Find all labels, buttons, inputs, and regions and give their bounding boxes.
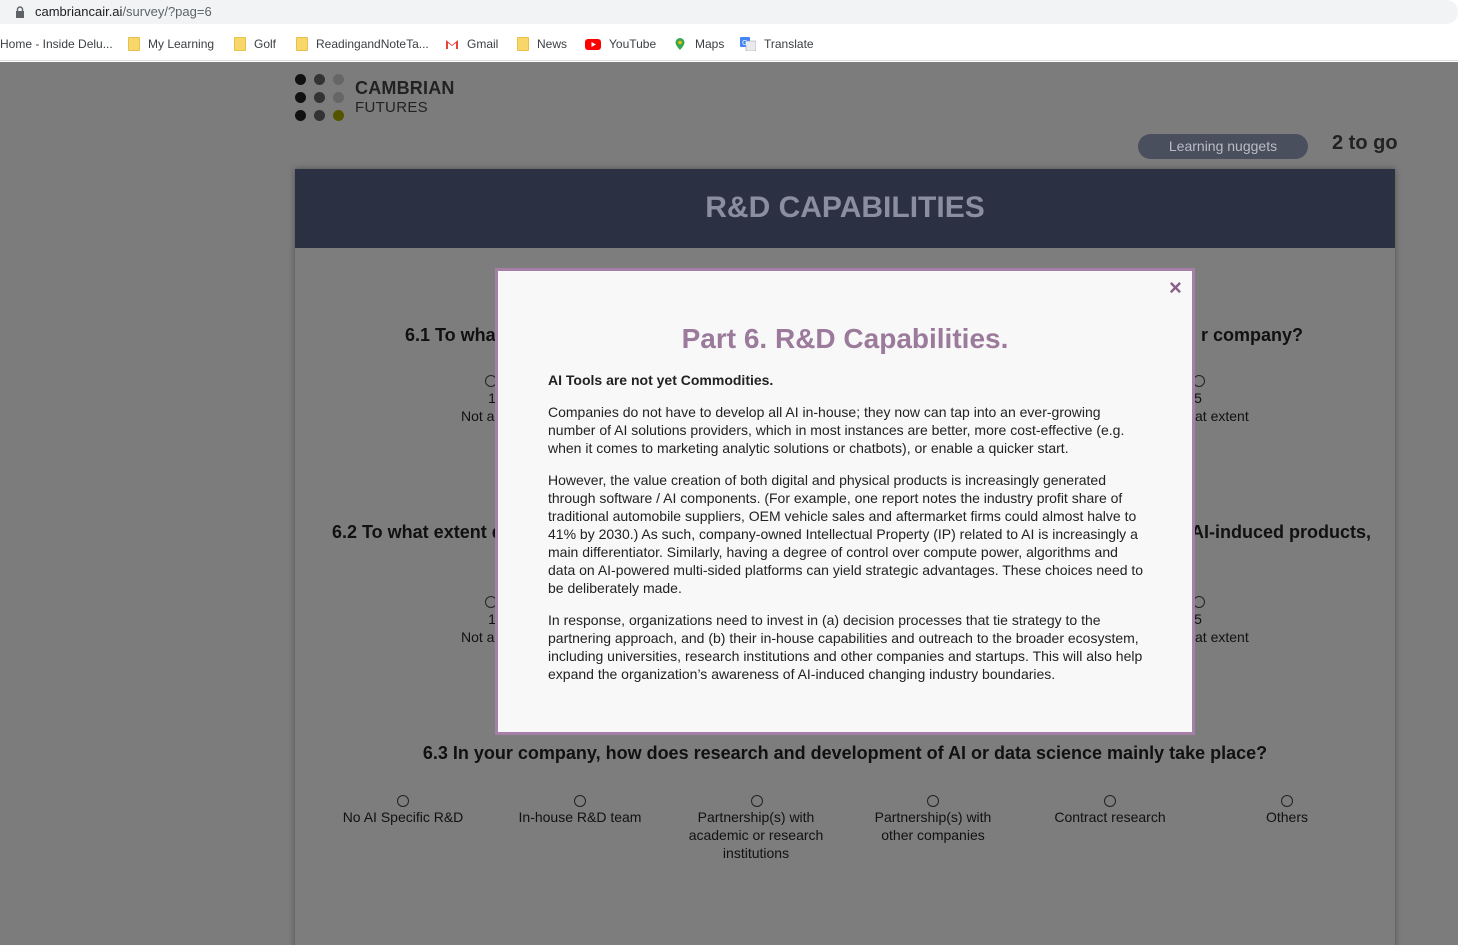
folder-icon <box>128 37 140 51</box>
question-6-1-left: 6.1 To wha <box>405 325 496 345</box>
modal-paragraph: Companies do not have to develop all AI … <box>548 404 1125 456</box>
bookmark-golf[interactable]: Golf <box>234 35 276 53</box>
logo-dot <box>295 92 306 103</box>
bookmark-label: My Learning <box>148 37 215 51</box>
bookmark-label: ReadingandNoteTa... <box>316 37 429 51</box>
section-header: R&D CAPABILITIES <box>295 169 1395 248</box>
q3-option-other-companies[interactable]: Partnership(s) with other companies <box>863 808 1003 844</box>
bookmark-my-learning[interactable]: My Learning <box>128 35 214 53</box>
q3-radio-in-house[interactable] <box>574 795 586 807</box>
bookmark-news[interactable]: News <box>517 35 567 53</box>
logo-line2: FUTURES <box>355 99 428 116</box>
q2-scale-max-label: at extent <box>1195 629 1249 645</box>
section-title: R&D CAPABILITIES <box>705 191 985 224</box>
logo-dot <box>314 74 325 85</box>
bookmark-youtube[interactable]: YouTube <box>585 35 656 53</box>
modal-title: Part 6. R&D Capabilities. <box>681 323 1009 354</box>
url-text[interactable]: cambriancair.ai/survey/?pag=6 <box>35 4 212 19</box>
bookmark-label: Home - Inside Delu... <box>0 37 113 51</box>
q3-radio-academic[interactable] <box>751 795 763 807</box>
close-icon[interactable]: × <box>1169 275 1182 301</box>
translate-icon: G <box>740 37 756 51</box>
bookmark-label: Gmail <box>467 37 499 51</box>
q3-radio-contract[interactable] <box>1104 795 1116 807</box>
q1-scale-max-label: at extent <box>1195 408 1249 424</box>
question-6-1-right: r company? <box>1201 325 1304 345</box>
learning-nuggets-button[interactable]: Learning nuggets <box>1138 134 1308 159</box>
bookmark-gmail[interactable]: Gmail <box>445 35 498 53</box>
svg-text:G: G <box>742 39 747 47</box>
logo-accent-dot <box>333 110 344 121</box>
q3-radio-no-ai-rd[interactable] <box>397 795 409 807</box>
logo-dot <box>333 92 344 103</box>
q3-option-in-house[interactable]: In-house R&D team <box>510 808 650 826</box>
lock-icon <box>16 6 24 18</box>
folder-icon <box>234 37 246 51</box>
bookmarks-bar: Home - Inside Delu... My Learning Golf R… <box>0 26 1458 61</box>
bookmark-translate[interactable]: G Translate <box>740 35 814 53</box>
cambrian-futures-logo[interactable]: CAMBRIAN FUTURES <box>295 72 465 124</box>
logo-dot <box>333 74 344 85</box>
q3-option-contract[interactable]: Contract research <box>1040 808 1180 826</box>
logo-dot <box>295 110 306 121</box>
folder-icon <box>296 37 308 51</box>
address-bar[interactable]: cambriancair.ai/survey/?pag=6 <box>0 0 1458 26</box>
bookmark-maps[interactable]: Maps <box>673 35 724 53</box>
bookmark-home-inside-deloitte[interactable]: Home - Inside Delu... <box>0 35 113 53</box>
q3-option-others[interactable]: Others <box>1217 808 1357 826</box>
logo-dot <box>314 110 325 121</box>
bookmark-label: Translate <box>764 37 814 51</box>
bookmark-label: Maps <box>695 37 725 51</box>
question-6-2-right: AI-induced products, <box>1191 522 1371 542</box>
q3-option-no-ai-rd[interactable]: No AI Specific R&D <box>333 808 473 826</box>
gmail-icon <box>446 40 458 49</box>
progress-remaining: 2 to go <box>1332 132 1398 154</box>
url-path: /survey/?pag=6 <box>122 4 212 19</box>
bookmark-label: YouTube <box>609 37 657 51</box>
logo-line1: CAMBRIAN <box>355 78 455 98</box>
url-pill[interactable] <box>0 0 1458 24</box>
question-6-3: 6.3 In your company, how does research a… <box>422 743 1268 763</box>
q3-radio-other-companies[interactable] <box>927 795 939 807</box>
q3-radio-others[interactable] <box>1281 795 1293 807</box>
modal-paragraph: In response, organizations need to inves… <box>548 612 1143 682</box>
q3-option-academic[interactable]: Partnership(s) with academic or research… <box>681 808 831 862</box>
bookmark-label: News <box>537 37 568 51</box>
modal-lead: AI Tools are not yet Commodities. <box>548 372 774 388</box>
bookmark-label: Golf <box>254 37 277 51</box>
logo-dot <box>314 92 325 103</box>
bookmark-readingandnotetaking[interactable]: ReadingandNoteTa... <box>296 35 429 53</box>
modal-body: AI Tools are not yet Commodities. Compan… <box>548 371 1144 697</box>
youtube-icon <box>585 39 601 50</box>
url-host: cambriancair.ai <box>35 4 123 19</box>
info-modal: × Part 6. R&D Capabilities. AI Tools are… <box>495 268 1195 735</box>
logo-dot <box>295 74 306 85</box>
modal-paragraph: However, the value creation of both digi… <box>548 472 1144 596</box>
question-6-2-left: 6.2 To what extent d <box>332 522 503 542</box>
maps-pin-icon <box>675 38 685 50</box>
folder-icon <box>517 37 529 51</box>
